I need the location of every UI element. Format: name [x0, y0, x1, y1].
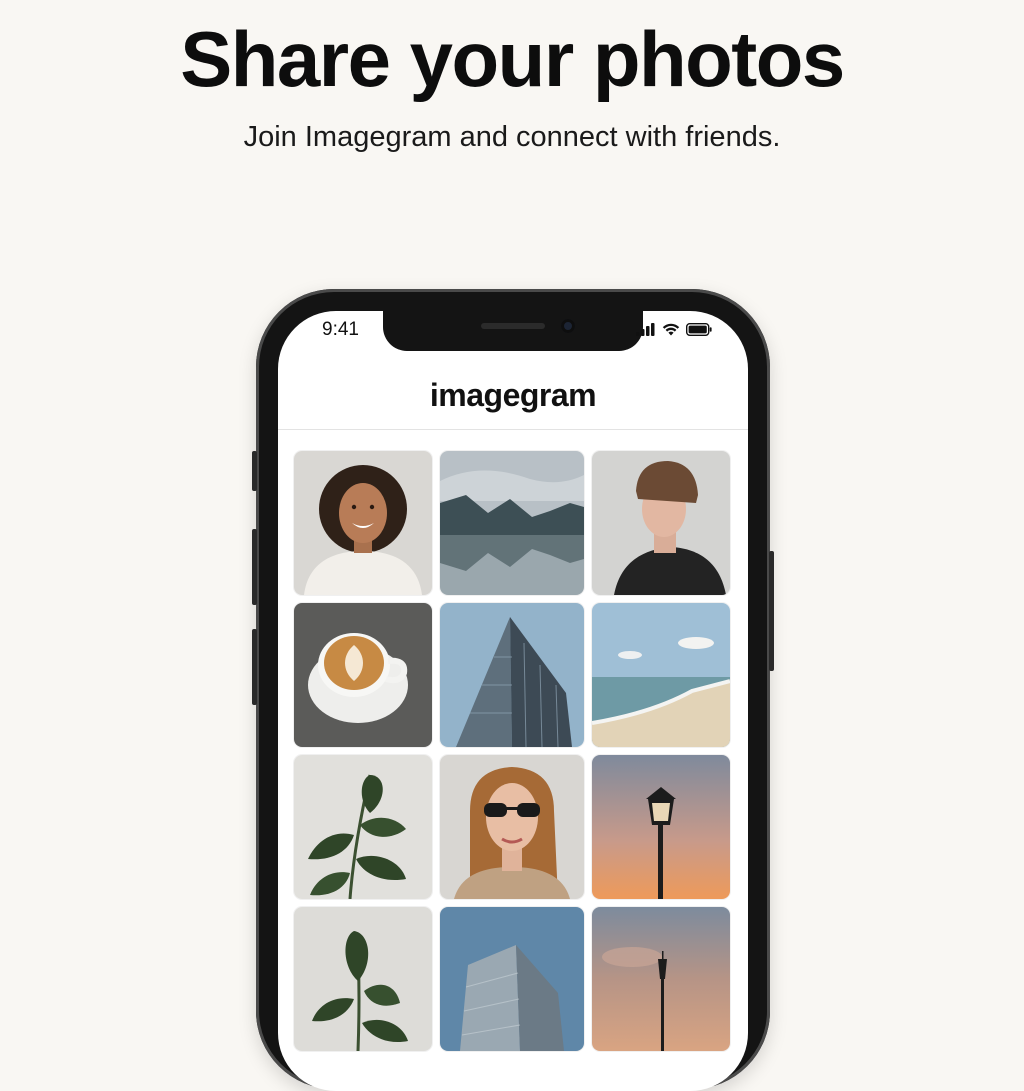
photo-grid	[294, 451, 734, 1051]
photo-mountain-lake[interactable]	[440, 451, 584, 595]
speaker-grille	[481, 323, 545, 329]
photo-smiling-woman[interactable]	[294, 451, 432, 595]
battery-icon	[686, 323, 712, 336]
photo-woman-sunglasses[interactable]	[440, 755, 584, 899]
signal-icon	[636, 323, 655, 336]
wifi-icon	[662, 323, 680, 336]
volume-down-button	[252, 629, 257, 705]
photo-street-lamp-sunset[interactable]	[592, 755, 730, 899]
status-icons	[636, 323, 712, 336]
status-time: 9:41	[322, 319, 359, 340]
hero-subtitle: Join Imagegram and connect with friends.	[243, 121, 781, 153]
phone-screen: 9:41 imagegram	[278, 311, 748, 1091]
photo-latte-coffee[interactable]	[294, 603, 432, 747]
app-header: imagegram	[278, 375, 748, 430]
front-camera-icon	[561, 319, 575, 333]
photo-beach-shore[interactable]	[592, 603, 730, 747]
photo-man-in-beanie[interactable]	[592, 451, 730, 595]
photo-plant-leaves[interactable]	[294, 755, 432, 899]
volume-up-button	[252, 529, 257, 605]
photo-glass-skyscraper[interactable]	[440, 603, 584, 747]
photo-potted-plant[interactable]	[294, 907, 432, 1051]
notch	[383, 311, 643, 351]
photo-skyscraper-blue-sky[interactable]	[440, 907, 584, 1051]
hero-title: Share your photos	[180, 15, 845, 103]
phone-mockup: 9:41 imagegram	[252, 289, 774, 1091]
app-logo-title[interactable]: imagegram	[278, 375, 748, 415]
power-button	[769, 551, 774, 671]
silent-switch	[252, 451, 257, 491]
photo-street-lamp-dusk[interactable]	[592, 907, 730, 1051]
